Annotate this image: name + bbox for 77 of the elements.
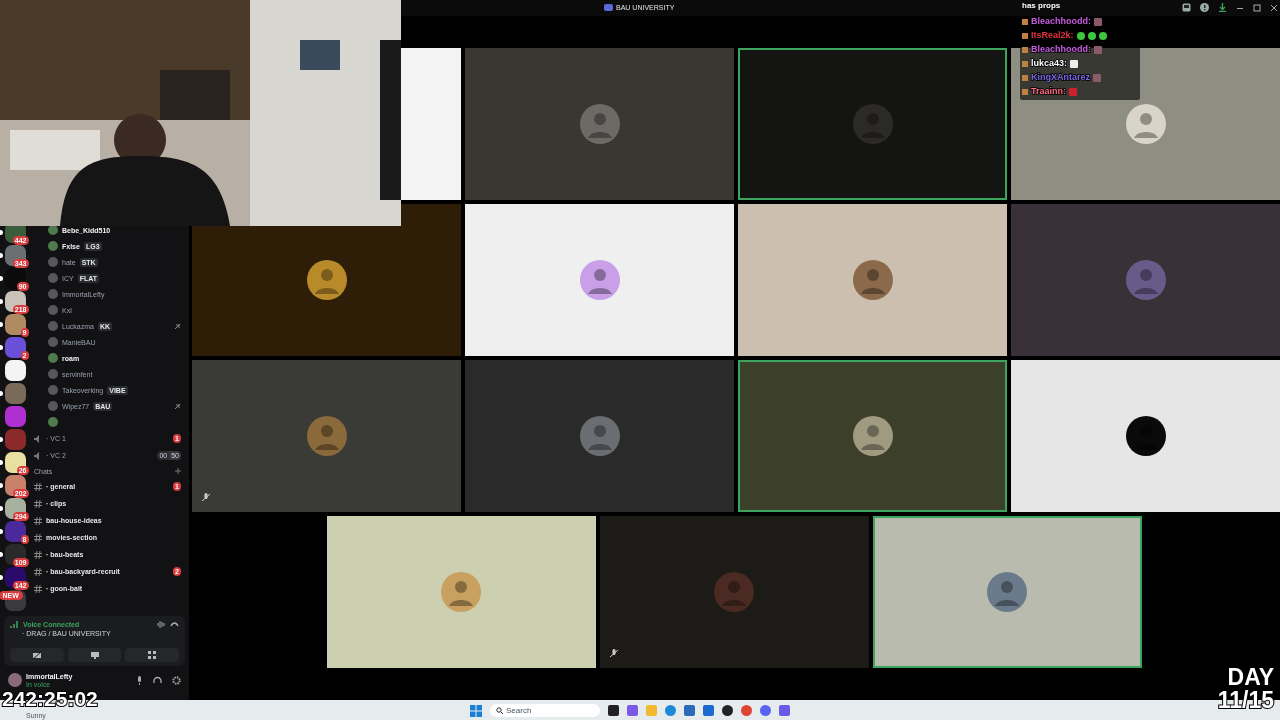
settings-icon[interactable]	[172, 675, 181, 685]
inbox-icon[interactable]	[1182, 3, 1191, 12]
server-icon	[604, 3, 613, 12]
hash-icon	[34, 499, 42, 508]
video-tile[interactable]	[738, 360, 1007, 512]
video-tile[interactable]	[872, 516, 1142, 668]
server-icon[interactable]	[4, 452, 26, 473]
video-tile[interactable]	[192, 360, 461, 512]
video-tile[interactable]	[465, 360, 734, 512]
user-avatar	[987, 572, 1027, 612]
video-tile[interactable]	[465, 48, 734, 200]
user-avatar[interactable]	[8, 673, 22, 687]
activities-button[interactable]	[125, 648, 179, 662]
hash-icon	[34, 584, 42, 593]
server-icon[interactable]	[4, 291, 26, 312]
close-icon[interactable]	[1270, 3, 1278, 12]
user-avatar	[579, 260, 620, 300]
hash-icon	[34, 482, 42, 491]
grid-icon	[148, 651, 157, 659]
chat-username: lukca43:	[1031, 59, 1068, 68]
screen-share-icon	[90, 651, 99, 659]
screen-share-button[interactable]	[67, 648, 122, 662]
server-icon[interactable]	[4, 245, 26, 266]
camera-button[interactable]	[10, 648, 64, 662]
server-icon[interactable]	[4, 498, 26, 519]
user-avatar	[852, 104, 893, 144]
user-avatar	[1125, 416, 1166, 456]
server-icon[interactable]	[4, 314, 26, 335]
search-field[interactable]: Search	[490, 704, 600, 717]
user-avatar	[441, 572, 481, 612]
camera-off-icon	[32, 651, 41, 659]
video-tile[interactable]	[400, 48, 461, 200]
hash-icon	[34, 550, 42, 559]
chat-username: Traainn:	[1031, 87, 1066, 96]
video-tile[interactable]	[738, 204, 1007, 356]
hash-icon	[34, 567, 42, 576]
video-tile[interactable]	[1011, 204, 1280, 356]
video-tile[interactable]	[326, 516, 596, 668]
server-icon[interactable]	[4, 337, 26, 358]
download-icon[interactable]	[1218, 3, 1227, 12]
microphone-icon[interactable]	[136, 675, 143, 685]
user-avatar	[306, 260, 347, 300]
server-icon[interactable]	[4, 521, 26, 542]
user-avatar	[1125, 260, 1166, 300]
user-avatar	[1125, 104, 1166, 144]
user-avatar	[852, 260, 893, 300]
video-tile[interactable]	[599, 516, 869, 668]
maximize-icon[interactable]	[1253, 3, 1261, 12]
video-tile[interactable]	[1011, 360, 1280, 512]
chat-username: KingXAntarez	[1031, 73, 1090, 82]
noise-icon[interactable]	[157, 620, 166, 629]
user-avatar	[714, 572, 754, 612]
headphones-icon[interactable]	[153, 675, 162, 685]
signal-icon	[10, 620, 19, 629]
help-icon[interactable]	[1200, 3, 1209, 12]
server-icon[interactable]	[4, 544, 26, 565]
windows-icon[interactable]	[470, 704, 482, 717]
server-icon[interactable]	[4, 567, 26, 588]
user-avatar	[852, 416, 893, 456]
search-icon	[496, 707, 503, 714]
disconnect-icon[interactable]	[170, 620, 179, 629]
server-icon[interactable]	[4, 475, 26, 496]
user-avatar	[306, 416, 347, 456]
user-avatar	[579, 104, 620, 144]
chat-title: has props	[1022, 2, 1061, 10]
hash-icon	[34, 516, 42, 525]
day-label: DAY	[1227, 666, 1274, 689]
server-icon[interactable]	[4, 268, 26, 289]
chat-username: ItsReal2k:	[1031, 31, 1074, 40]
chat-username: Bleachhoodd:	[1031, 17, 1091, 26]
hash-icon	[34, 533, 42, 542]
video-tile[interactable]	[738, 48, 1007, 200]
chat-username: Bleachhoodd:	[1031, 45, 1091, 54]
user-avatar	[579, 416, 620, 456]
add-channel-icon[interactable]	[175, 468, 181, 474]
server-icon[interactable]	[4, 360, 26, 381]
video-tile[interactable]	[465, 204, 734, 356]
